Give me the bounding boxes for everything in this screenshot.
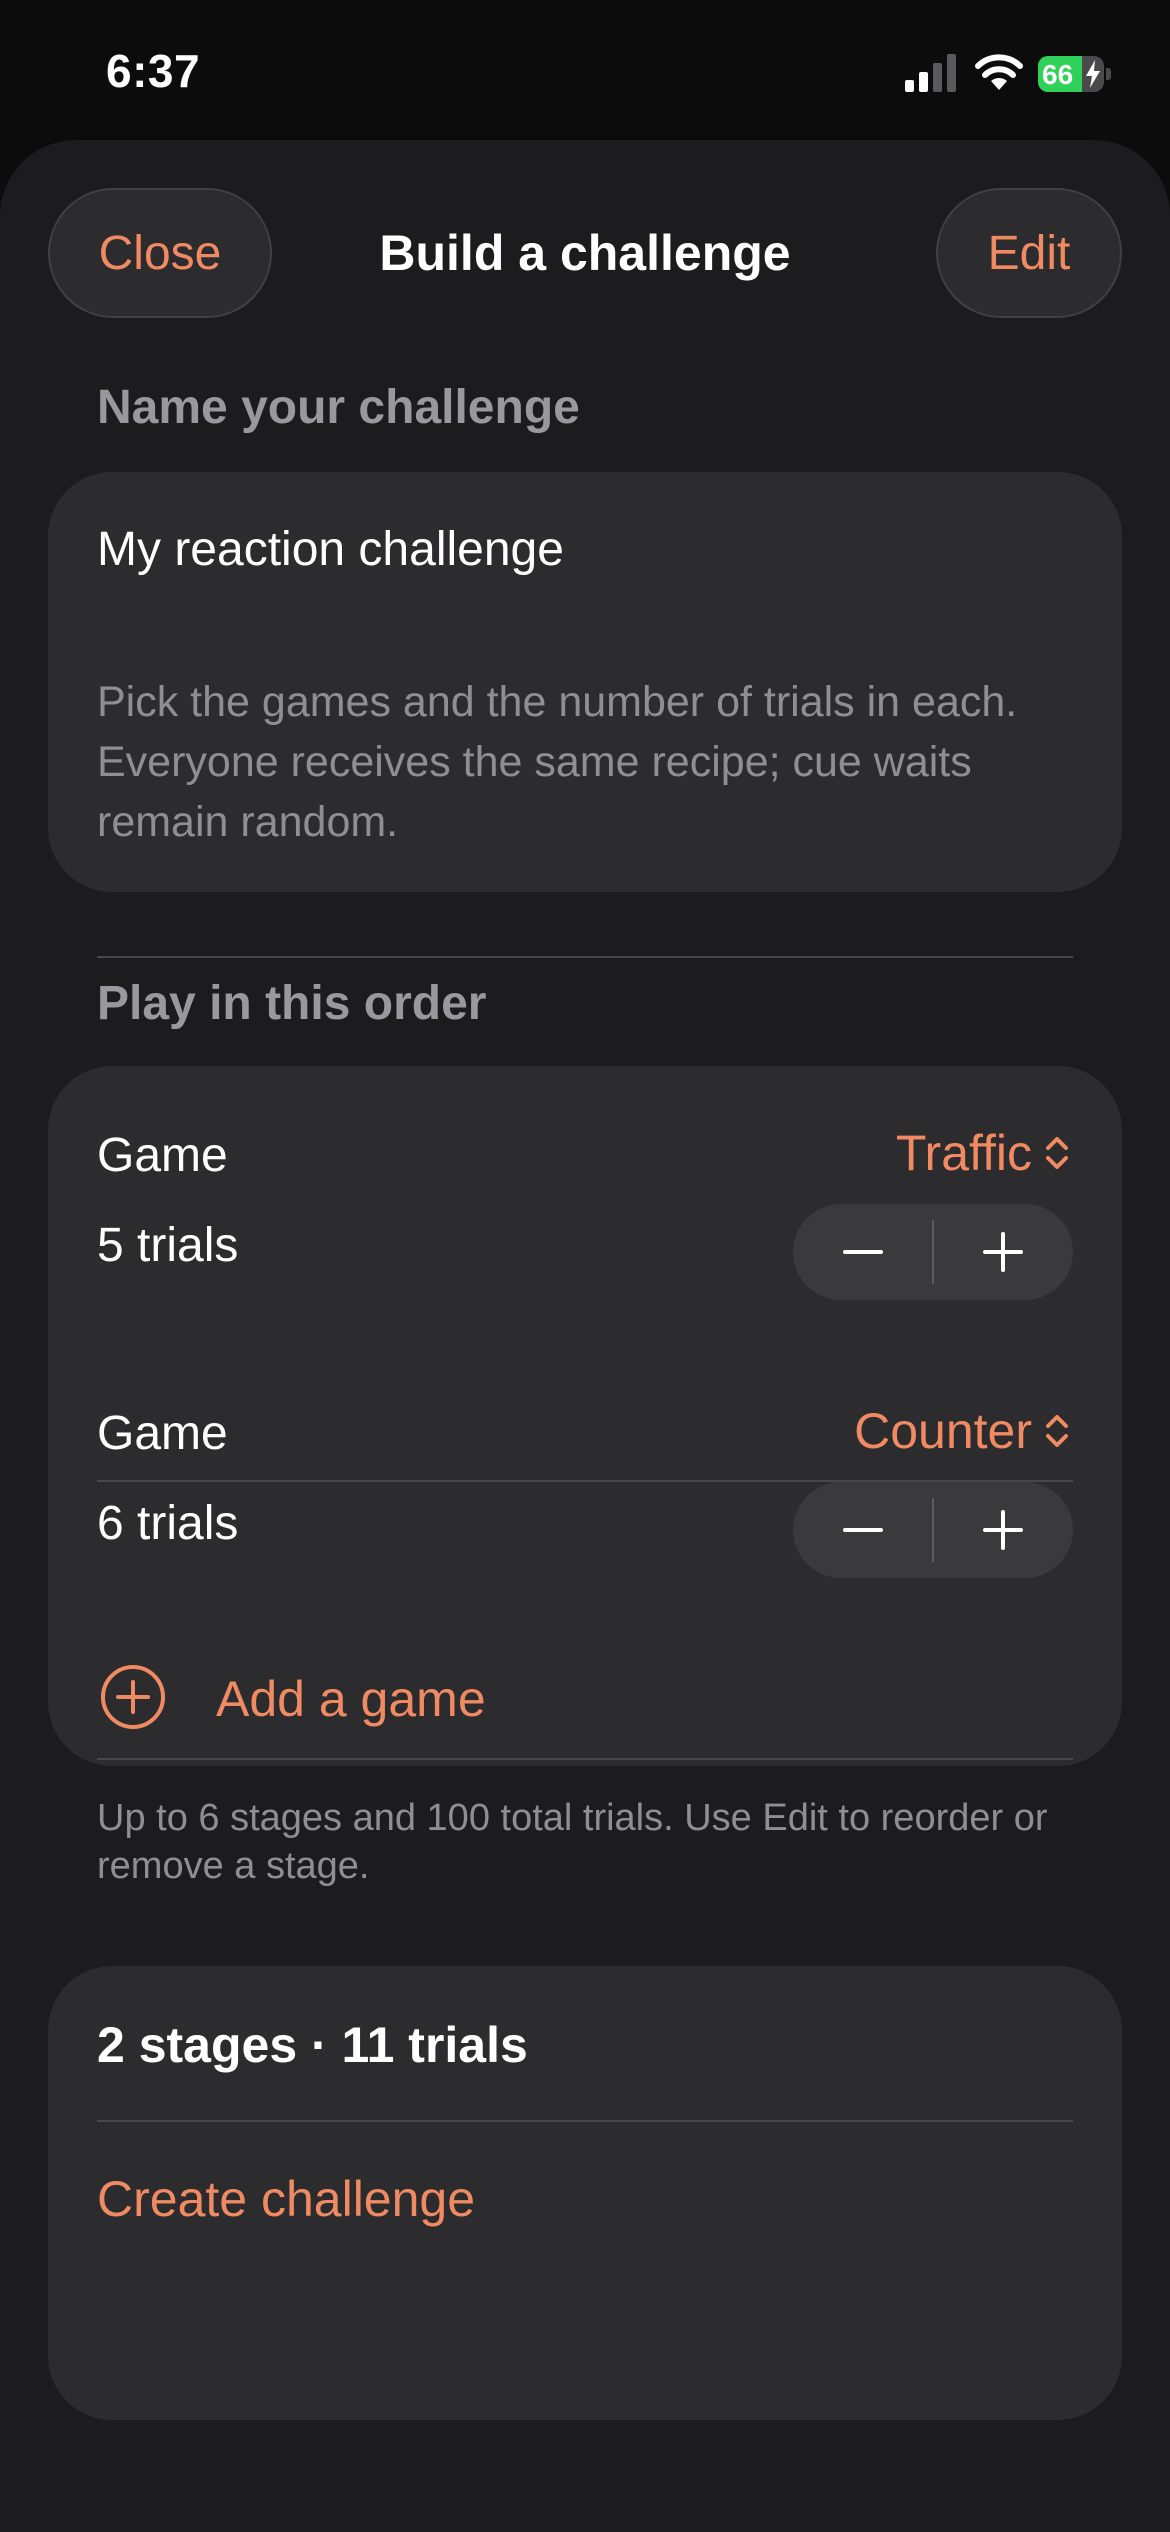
summary-text: 2 stages · 11 trials [97,2017,528,2073]
order-section-header: Play in this order [97,977,487,1030]
challenge-description: Pick the games and the number of trials … [97,678,1018,846]
increment-button[interactable] [933,1482,1073,1578]
trials-stepper [793,1204,1073,1300]
game-label: Game [97,1407,228,1460]
minus-icon [843,1250,883,1254]
stages-card: Game Traffic 5 trials Game Counter 6 tri… [48,1066,1122,1766]
summary-card: 2 stages · 11 trials Create challenge [48,1966,1122,2420]
game-picker-counter[interactable]: Counter [854,1402,1072,1460]
battery-level: 66 [1042,59,1074,90]
game-picker-traffic[interactable]: Traffic [896,1124,1072,1182]
trials-count: 6 trials [97,1497,239,1550]
add-game-label: Add a game [216,1671,486,1727]
game-label: Game [97,1129,228,1182]
status-bar: 6:37 66 [0,0,1170,140]
minus-icon [843,1528,883,1532]
increment-button[interactable] [933,1204,1073,1300]
name-card: My reaction challenge Pick the games and… [48,472,1122,958]
plus-icon [983,1232,1023,1272]
edit-button[interactable]: Edit [936,188,1122,318]
stage-divider [97,1758,1073,1760]
decrement-button[interactable] [793,1204,933,1300]
game-picker-value: Counter [854,1403,1032,1459]
plus-icon [983,1510,1023,1550]
cellular-signal-icon [905,54,956,92]
name-section-header: Name your challenge [97,381,580,434]
chevron-up-down-icon [1046,1415,1068,1447]
name-divider [97,956,1073,958]
trials-stepper [793,1482,1073,1578]
wifi-icon [975,54,1023,90]
charging-bolt-icon [1086,60,1100,88]
challenge-name-field[interactable]: My reaction challenge [97,522,564,577]
battery-charging-icon: 66 [1038,56,1112,92]
plus-circle-icon [101,1665,165,1729]
game-picker-value: Traffic [895,1125,1032,1181]
trials-count: 5 trials [97,1219,239,1272]
challenge-sheet: Close Build a challenge Edit Name your c… [0,140,1170,2532]
chevron-up-down-icon [1046,1137,1068,1169]
decrement-button[interactable] [793,1482,933,1578]
stages-footnote: Up to 6 stages and 100 total trials. Use… [97,1797,1048,1887]
create-challenge-button[interactable]: Create challenge [97,2170,475,2228]
status-time: 6:37 [106,45,201,97]
summary-divider [97,2120,1073,2122]
